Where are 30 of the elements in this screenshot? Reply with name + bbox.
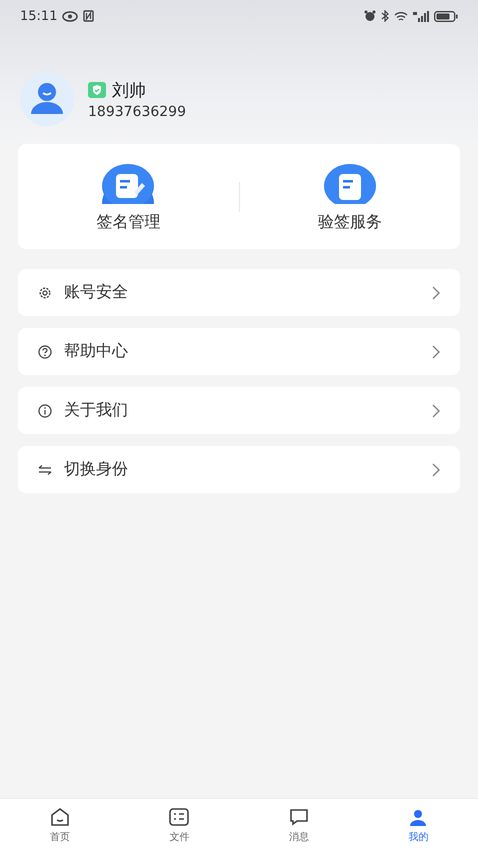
chevron-right-icon xyxy=(432,344,440,358)
nav-tab[interactable]: 首页 xyxy=(0,799,120,850)
user-name: 刘帅 xyxy=(112,80,146,102)
nav-tab[interactable]: 消息 xyxy=(239,799,358,850)
checklist-icon xyxy=(168,806,190,828)
chevron-right-icon xyxy=(432,286,440,300)
menu-item[interactable]: 关于我们 xyxy=(18,387,460,434)
chevron-right-icon xyxy=(432,404,440,418)
settings-icon xyxy=(38,286,52,300)
nav-tab[interactable]: 文件 xyxy=(120,799,239,850)
status-time: 15:11 xyxy=(20,8,58,24)
menu-item[interactable]: 帮助中心 xyxy=(18,328,460,375)
nav-tab[interactable]: 我的 xyxy=(358,799,478,850)
service-button[interactable]: 签名管理 xyxy=(18,160,238,233)
menu-item[interactable]: 切换身份 xyxy=(18,446,460,493)
service-button[interactable]: 验签服务 xyxy=(240,160,460,233)
wifi-icon xyxy=(394,10,408,22)
home-icon xyxy=(48,806,71,828)
swap-icon xyxy=(38,464,52,474)
eye-icon xyxy=(62,10,78,22)
signal-icon xyxy=(413,10,429,22)
menu-item[interactable]: 账号安全 xyxy=(18,269,460,316)
nfc-icon xyxy=(83,10,94,22)
phone-number: 18937636299 xyxy=(88,104,186,120)
avatar-icon[interactable] xyxy=(20,72,74,126)
bluetooth-icon xyxy=(381,10,389,22)
help-icon xyxy=(38,344,52,358)
battery-icon xyxy=(434,10,458,22)
info-icon xyxy=(38,404,52,418)
chevron-right-icon xyxy=(432,462,440,476)
